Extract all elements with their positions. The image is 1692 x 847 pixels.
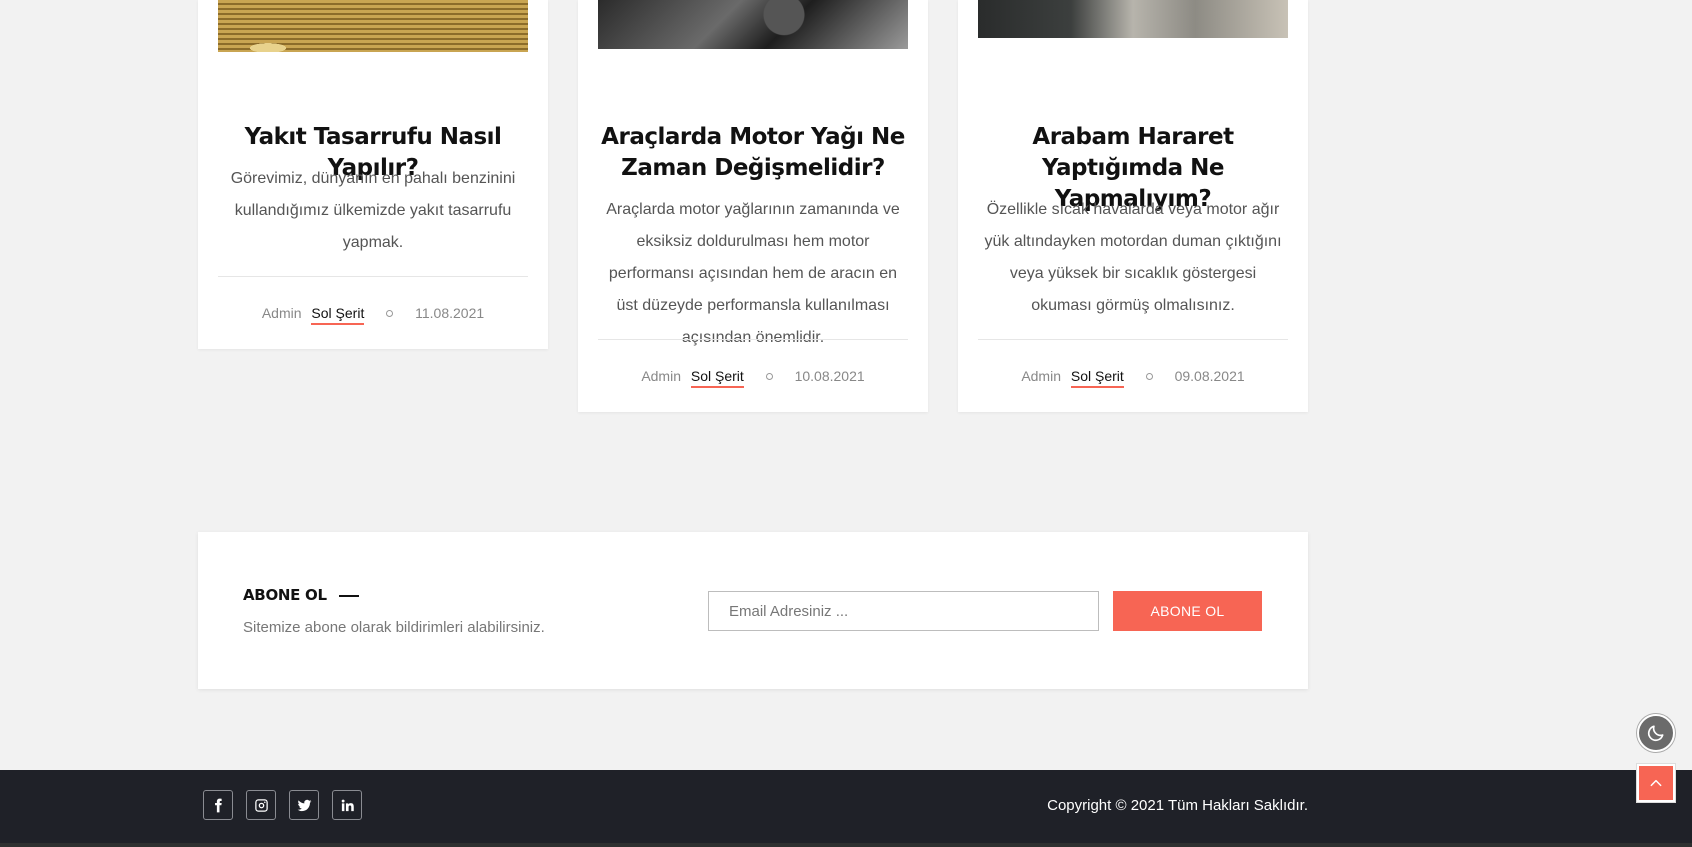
subscribe-section: ABONE OL Sitemize abone olarak bildiriml… xyxy=(198,532,1308,689)
card-divider xyxy=(978,339,1288,340)
footer: Copyright © 2021 Tüm Hakları Saklıdır. xyxy=(0,770,1692,847)
post-date: 09.08.2021 xyxy=(1174,368,1245,384)
post-image-coins[interactable] xyxy=(218,0,528,52)
post-card: Araçlarda Motor Yağı Ne Zaman Değişmelid… xyxy=(578,0,928,412)
title-dash xyxy=(338,594,359,597)
card-divider xyxy=(598,339,908,340)
dark-mode-toggle[interactable] xyxy=(1637,714,1675,752)
post-date: 11.08.2021 xyxy=(415,305,485,321)
subscribe-button[interactable]: ABONE OL xyxy=(1113,591,1262,631)
linkedin-link[interactable] xyxy=(332,790,362,820)
facebook-link[interactable] xyxy=(203,790,233,820)
facebook-icon xyxy=(214,798,222,812)
post-meta: Admin Sol Şerit 09.08.2021 xyxy=(958,364,1308,394)
subscribe-description: Sitemize abone olarak bildirimleri alabi… xyxy=(243,619,545,636)
scroll-top-button[interactable] xyxy=(1637,764,1675,802)
post-category-link[interactable]: Sol Şerit xyxy=(1070,368,1124,388)
post-excerpt: Görevimiz, dünyanın en pahalı benzinini … xyxy=(230,170,516,251)
twitter-link[interactable] xyxy=(289,790,319,820)
subscribe-title-text: ABONE OL xyxy=(243,586,327,604)
post-author: Admin xyxy=(641,368,681,384)
instagram-icon xyxy=(254,798,268,812)
copyright-text: Copyright © 2021 Tüm Hakları Saklıdır. xyxy=(1047,797,1308,814)
post-meta: Admin Sol Şerit 11.08.2021 xyxy=(198,301,548,331)
meta-separator-icon xyxy=(765,372,773,380)
post-author: Admin xyxy=(1021,368,1061,384)
chevron-up-icon xyxy=(1650,779,1662,787)
meta-separator-icon xyxy=(1145,372,1153,380)
meta-separator-icon xyxy=(386,309,394,317)
twitter-icon xyxy=(297,799,311,811)
card-divider xyxy=(218,276,528,277)
email-input[interactable] xyxy=(708,591,1099,631)
post-card: Yakıt Tasarrufu Nasıl Yapılır? Görevimiz… xyxy=(198,0,548,349)
post-title[interactable]: Araçlarda Motor Yağı Ne Zaman Değişmelid… xyxy=(598,122,908,184)
post-author: Admin xyxy=(261,305,302,321)
subscribe-title: ABONE OL xyxy=(243,586,359,604)
post-category-link[interactable]: Sol Şerit xyxy=(311,305,365,325)
post-excerpt: Özellikle sıcak havalarda veya motor ağı… xyxy=(984,201,1282,314)
moon-icon xyxy=(1647,725,1664,742)
post-date: 10.08.2021 xyxy=(794,368,865,384)
instagram-link[interactable] xyxy=(246,790,276,820)
post-image-road[interactable] xyxy=(978,0,1288,38)
linkedin-icon xyxy=(341,799,354,811)
post-meta: Admin Sol Şerit 10.08.2021 xyxy=(578,364,928,394)
post-category-link[interactable]: Sol Şerit xyxy=(690,368,744,388)
post-image-engine[interactable] xyxy=(598,0,908,49)
post-card: Arabam Hararet Yaptığımda Ne Yapmalıyım?… xyxy=(958,0,1308,412)
post-excerpt: Araçlarda motor yağlarının zamanında ve … xyxy=(606,201,900,346)
